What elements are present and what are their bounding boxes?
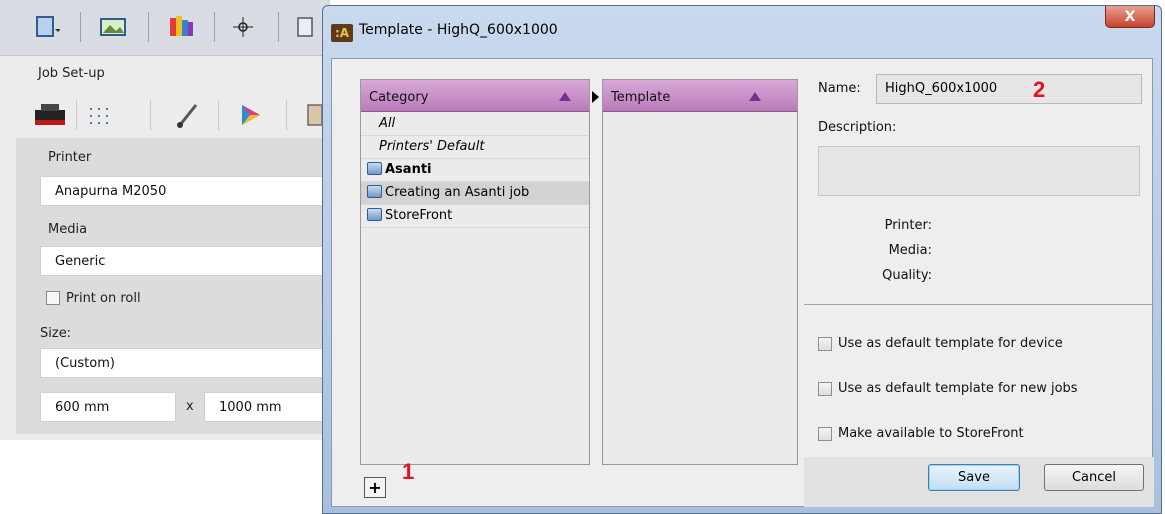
printer-info-label: Printer:: [884, 218, 932, 233]
dialog-body: Category All Printers' Default Asanti Cr…: [331, 58, 1154, 507]
add-category-button[interactable]: +: [364, 477, 386, 498]
media-label: Media: [48, 222, 88, 237]
size-select[interactable]: (Custom): [40, 348, 330, 378]
default-new-jobs-label: Use as default template for new jobs: [838, 381, 1078, 396]
printer-field[interactable]: Anapurna M2050: [40, 176, 330, 206]
description-label: Description:: [818, 120, 897, 135]
quality-info-label: Quality:: [882, 268, 932, 283]
callout-number-1: 1: [402, 459, 415, 484]
print-on-roll-label: Print on roll: [66, 291, 141, 306]
description-field[interactable]: [818, 146, 1140, 196]
folder-icon: [367, 162, 382, 175]
background-app-panel: Job Set-up Printer Anapurna M2050 Media …: [0, 0, 330, 440]
list-item-label: Asanti: [385, 162, 432, 177]
folder-icon: [367, 208, 382, 221]
callout-number-2: 2: [1033, 77, 1046, 102]
document-icon[interactable]: [290, 12, 320, 42]
storefront-checkbox[interactable]: [818, 427, 832, 441]
toolbar-divider: [214, 12, 215, 42]
category-list[interactable]: Category All Printers' Default Asanti Cr…: [360, 79, 590, 465]
print-on-roll-checkbox[interactable]: [46, 291, 60, 305]
sort-ascending-icon: [749, 92, 761, 101]
template-list[interactable]: Template: [602, 79, 798, 465]
list-item-printers-default[interactable]: Printers' Default: [361, 136, 589, 159]
sort-ascending-icon: [559, 92, 571, 101]
crosshair-icon[interactable]: [228, 12, 258, 42]
job-icon[interactable]: [32, 12, 62, 42]
app-logo-icon: :A: [331, 24, 353, 42]
dialog-button-bar: Save Cancel: [804, 457, 1154, 507]
printer-label: Printer: [48, 150, 92, 165]
height-field[interactable]: 1000 mm: [204, 392, 324, 422]
default-new-jobs-checkbox[interactable]: [818, 382, 832, 396]
list-item-label: Creating an Asanti job: [385, 185, 530, 200]
template-dialog: :A Template - HighQ_600x1000 X Category …: [322, 5, 1162, 514]
template-header[interactable]: Template: [603, 80, 797, 112]
job-setup-title: Job Set-up: [38, 66, 105, 81]
brush-icon[interactable]: [170, 98, 206, 132]
tool-divider: [286, 100, 287, 130]
image-layout-icon[interactable]: [98, 12, 128, 42]
grid-layout-icon[interactable]: [82, 98, 118, 132]
tool-divider: [150, 100, 151, 130]
dialog-title: Template - HighQ_600x1000: [359, 22, 558, 38]
storefront-label: Make available to StoreFront: [838, 426, 1024, 441]
list-item-storefront[interactable]: StoreFront: [361, 205, 589, 228]
size-label: Size:: [40, 326, 72, 341]
toolbar-divider: [148, 12, 149, 42]
dimension-separator: x: [186, 399, 194, 414]
printer-icon[interactable]: [32, 98, 68, 132]
media-info-label: Media:: [888, 243, 932, 258]
category-header[interactable]: Category: [361, 80, 589, 112]
template-header-label: Template: [611, 90, 671, 105]
list-item-asanti[interactable]: Asanti: [361, 159, 589, 182]
dialog-titlebar[interactable]: :A Template - HighQ_600x1000 X: [323, 6, 1161, 58]
default-device-checkbox[interactable]: [818, 337, 832, 351]
width-field[interactable]: 600 mm: [40, 392, 176, 422]
media-field[interactable]: Generic: [40, 246, 330, 276]
main-toolbar: [0, 0, 330, 56]
tool-divider: [218, 100, 219, 130]
job-setup-tool-row: [0, 92, 330, 138]
list-item-creating-asanti-job[interactable]: Creating an Asanti job: [361, 182, 589, 205]
cancel-button[interactable]: Cancel: [1044, 464, 1144, 491]
list-item-label: All: [379, 116, 396, 131]
color-swatches-icon[interactable]: [166, 12, 196, 42]
toolbar-divider: [80, 12, 81, 42]
list-item-label: StoreFront: [385, 208, 453, 223]
tool-divider: [76, 100, 77, 130]
save-button[interactable]: Save: [928, 464, 1020, 491]
name-field[interactable]: HighQ_600x1000: [876, 74, 1142, 104]
close-button[interactable]: X: [1105, 6, 1155, 28]
default-device-label: Use as default template for device: [838, 336, 1063, 351]
list-item-all[interactable]: All: [361, 113, 589, 136]
color-wheel-icon[interactable]: [232, 98, 268, 132]
section-divider: [804, 304, 1154, 305]
expand-arrow-icon[interactable]: [592, 91, 599, 103]
list-item-label: Printers' Default: [379, 139, 485, 154]
toolbar-divider: [278, 12, 279, 42]
folder-icon: [367, 185, 382, 198]
category-header-label: Category: [369, 90, 429, 105]
name-label: Name:: [818, 81, 861, 96]
